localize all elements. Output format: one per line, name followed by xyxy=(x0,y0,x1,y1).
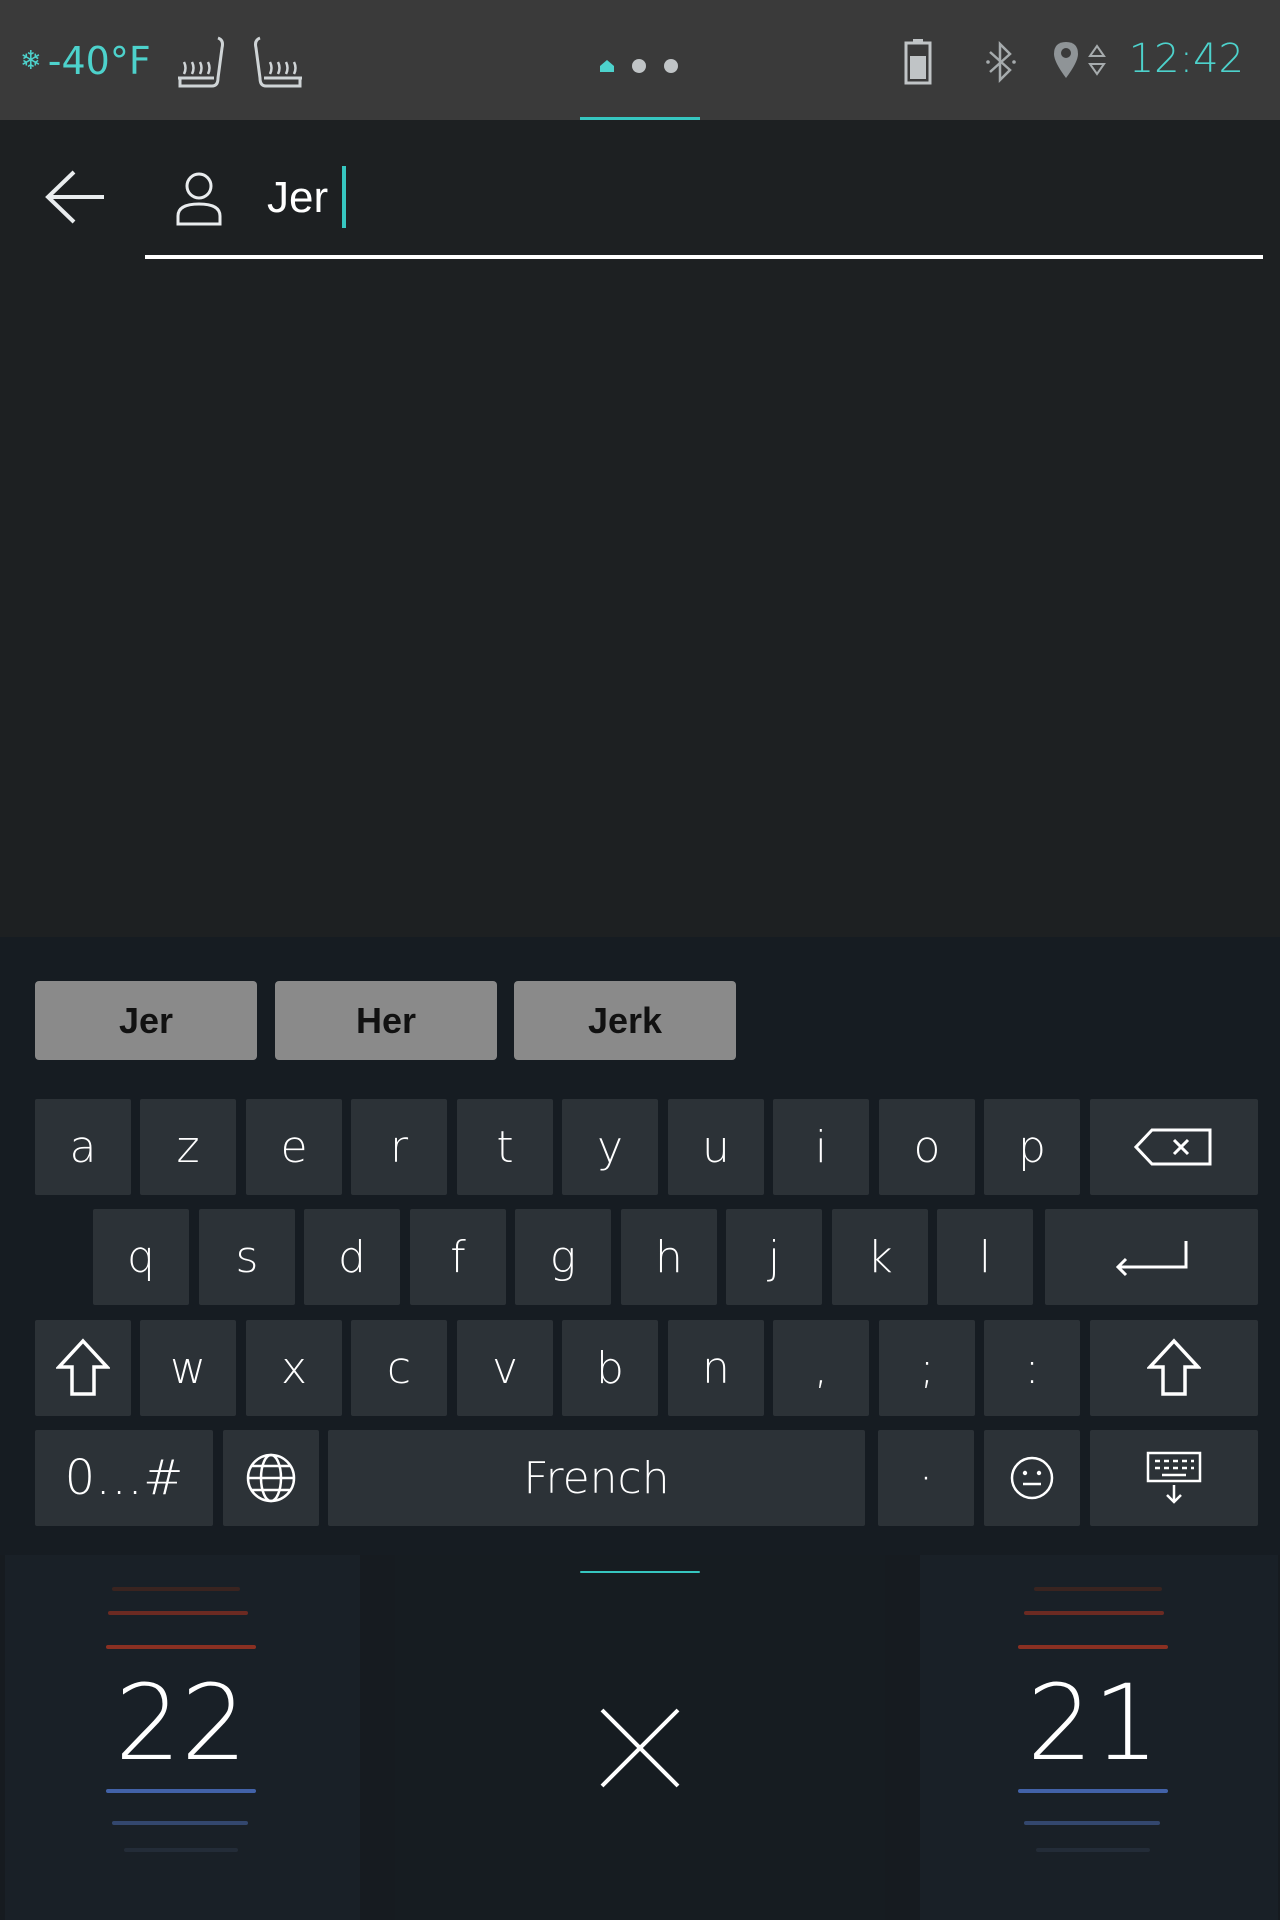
backspace-key[interactable] xyxy=(1090,1099,1258,1195)
outside-temperature: ❄ -40°F xyxy=(20,36,151,86)
symbols-key[interactable]: 0…# xyxy=(35,1430,213,1526)
suggestion-chip[interactable]: Jer xyxy=(35,981,257,1060)
key[interactable]: c xyxy=(351,1320,447,1416)
emoji-key[interactable] xyxy=(984,1430,1080,1526)
user-icon xyxy=(176,172,222,226)
cool-level-bar xyxy=(1024,1821,1160,1825)
location-icon xyxy=(1054,42,1106,78)
page-dot xyxy=(664,59,678,73)
outside-temperature-value: -40°F xyxy=(47,39,151,83)
key[interactable]: p xyxy=(984,1099,1080,1195)
shift-icon xyxy=(56,1338,110,1396)
key[interactable]: ; xyxy=(879,1320,975,1416)
key[interactable]: g xyxy=(515,1209,611,1305)
climate-handle[interactable] xyxy=(580,1571,700,1573)
space-key[interactable]: French xyxy=(328,1430,865,1526)
search-input-value: Jer xyxy=(267,173,329,222)
key[interactable]: e xyxy=(246,1099,342,1195)
heat-level-bar xyxy=(1034,1587,1162,1591)
suggestion-chip[interactable]: Jerk xyxy=(514,981,736,1060)
key[interactable]: t xyxy=(457,1099,553,1195)
backspace-icon xyxy=(1134,1128,1212,1166)
key[interactable]: x xyxy=(246,1320,342,1416)
key[interactable]: z xyxy=(140,1099,236,1195)
shift-key-right[interactable] xyxy=(1090,1320,1258,1416)
cool-level-bar xyxy=(124,1848,238,1852)
left-temperature[interactable]: 22 xyxy=(81,1662,281,1784)
status-bar: ❄ -40°F 12:42 xyxy=(0,0,1280,120)
key[interactable]: k xyxy=(832,1209,928,1305)
key[interactable]: d xyxy=(304,1209,400,1305)
period-key[interactable]: · xyxy=(878,1430,974,1526)
close-icon[interactable] xyxy=(598,1706,682,1790)
key[interactable]: j xyxy=(726,1209,822,1305)
emoji-icon xyxy=(1010,1456,1054,1500)
cool-level-bar xyxy=(1036,1848,1150,1852)
hide-keyboard-icon xyxy=(1146,1451,1202,1504)
seat-heat-front-icon[interactable] xyxy=(172,34,228,90)
key[interactable]: o xyxy=(879,1099,975,1195)
heat-level-bar xyxy=(106,1645,256,1649)
cool-level-bar xyxy=(106,1789,256,1793)
snowflake-icon: ❄ xyxy=(20,46,42,76)
key[interactable]: n xyxy=(668,1320,764,1416)
heat-level-bar xyxy=(1018,1645,1168,1649)
back-arrow-icon[interactable] xyxy=(44,166,108,228)
hide-keyboard-key[interactable] xyxy=(1090,1430,1258,1526)
battery-icon xyxy=(904,39,932,85)
key[interactable]: l xyxy=(937,1209,1033,1305)
key[interactable]: u xyxy=(668,1099,764,1195)
key[interactable]: y xyxy=(562,1099,658,1195)
key[interactable]: w xyxy=(140,1320,236,1416)
heat-level-bar xyxy=(112,1587,240,1591)
page-dot xyxy=(632,59,646,73)
globe-icon xyxy=(246,1453,296,1503)
key[interactable]: r xyxy=(351,1099,447,1195)
cool-level-bar xyxy=(1018,1789,1168,1793)
language-key[interactable] xyxy=(223,1430,319,1526)
key[interactable]: f xyxy=(410,1209,506,1305)
key[interactable]: b xyxy=(562,1320,658,1416)
shift-key[interactable] xyxy=(35,1320,131,1416)
key[interactable]: i xyxy=(773,1099,869,1195)
enter-icon xyxy=(1115,1241,1187,1277)
key[interactable]: v xyxy=(457,1320,553,1416)
clock: 12:42 xyxy=(1128,36,1244,82)
page-indicator[interactable] xyxy=(580,50,700,80)
text-cursor xyxy=(342,166,346,228)
key[interactable]: h xyxy=(621,1209,717,1305)
suggestion-chip[interactable]: Her xyxy=(275,981,497,1060)
key[interactable]: , xyxy=(773,1320,869,1416)
key[interactable]: a xyxy=(35,1099,131,1195)
home-icon xyxy=(600,60,614,72)
bluetooth-icon xyxy=(986,40,1016,84)
heat-level-bar xyxy=(108,1611,248,1615)
page-indicator-underline xyxy=(580,117,700,120)
key[interactable]: : xyxy=(984,1320,1080,1416)
cool-level-bar xyxy=(112,1821,248,1825)
key[interactable]: s xyxy=(199,1209,295,1305)
right-temperature[interactable]: 21 xyxy=(993,1662,1193,1784)
search-input[interactable]: Jer xyxy=(145,150,1263,259)
enter-key[interactable] xyxy=(1045,1209,1258,1305)
shift-icon xyxy=(1147,1338,1201,1396)
seat-heat-rear-icon[interactable] xyxy=(250,34,306,90)
key[interactable]: q xyxy=(93,1209,189,1305)
heat-level-bar xyxy=(1024,1611,1164,1615)
